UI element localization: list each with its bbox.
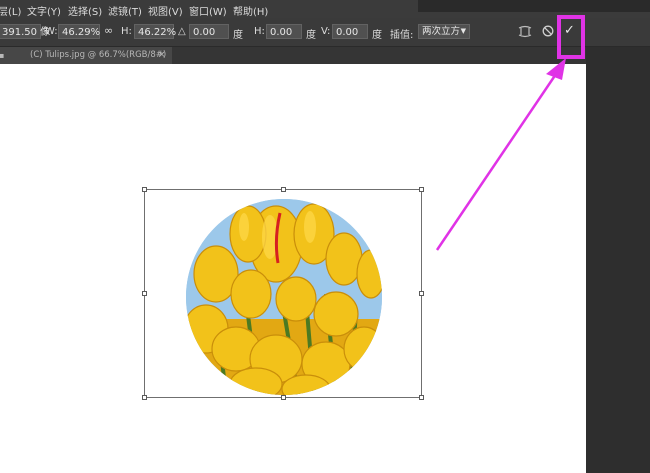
handle-bottom-middle[interactable] <box>281 395 286 400</box>
rotate-angle-field[interactable]: 0.00 <box>189 24 229 39</box>
commit-highlight-box <box>557 15 585 59</box>
angle-unit: 度 <box>233 30 243 41</box>
handle-middle-right[interactable] <box>419 291 424 296</box>
interpolation-value: 两次立方 <box>422 26 461 37</box>
document-tab-bar: ▪ (C) Tulips.jpg @ 66.7%(RGB/8#) × <box>0 47 586 64</box>
vskew-unit: 度 <box>372 30 382 41</box>
tab-left-fragment: ▪ <box>0 51 5 60</box>
handle-top-middle[interactable] <box>281 187 286 192</box>
width-field[interactable]: 46.29% <box>58 24 100 39</box>
chevron-down-icon: ▼ <box>460 27 466 35</box>
options-bar: 391.50 像 W: 46.29% ∞ H: 46.22% △ 0.00 度 … <box>0 18 650 47</box>
angle-icon: △ <box>178 26 186 37</box>
close-tab-icon[interactable]: × <box>158 47 166 64</box>
x-position-field[interactable]: 391.50 像 <box>0 24 50 39</box>
interpolation-label: 插值: <box>390 30 414 41</box>
handle-bottom-right[interactable] <box>419 395 424 400</box>
right-panel <box>586 47 650 473</box>
horizontal-skew-field[interactable]: 0.00 <box>266 24 302 39</box>
menu-view[interactable]: 视图(V) <box>148 3 183 18</box>
handle-bottom-left[interactable] <box>142 395 147 400</box>
handle-top-right[interactable] <box>419 187 424 192</box>
menu-type[interactable]: 文字(Y) <box>27 3 61 18</box>
w-label: W: <box>45 26 58 37</box>
menu-bar: 层(L) 文字(Y) 选择(S) 滤镜(T) 视图(V) 窗口(W) 帮助(H) <box>0 0 650 18</box>
warp-mode-icon[interactable] <box>518 25 532 41</box>
cancel-transform-icon[interactable] <box>542 25 554 40</box>
h-label: H: <box>121 26 132 37</box>
menu-filter[interactable]: 滤镜(T) <box>108 3 142 18</box>
vertical-skew-field[interactable]: 0.00 <box>332 24 368 39</box>
link-proportions-icon[interactable]: ∞ <box>104 24 113 37</box>
menu-help[interactable]: 帮助(H) <box>233 3 268 18</box>
menu-window[interactable]: 窗口(W) <box>189 3 227 18</box>
interpolation-dropdown[interactable]: 两次立方 ▼ <box>418 24 470 39</box>
menu-bar-dark-area <box>418 0 650 12</box>
transform-bounding-box[interactable] <box>144 189 422 398</box>
tab-tulips[interactable]: ▪ (C) Tulips.jpg @ 66.7%(RGB/8#) × <box>0 47 172 64</box>
hskew-label: H: <box>254 26 265 37</box>
handle-top-left[interactable] <box>142 187 147 192</box>
hskew-unit: 度 <box>306 30 316 41</box>
height-field[interactable]: 46.22% <box>134 24 176 39</box>
vskew-label: V: <box>321 26 331 37</box>
menu-select[interactable]: 选择(S) <box>68 3 102 18</box>
handle-middle-left[interactable] <box>142 291 147 296</box>
tab-title: (C) Tulips.jpg @ 66.7%(RGB/8#) <box>30 50 167 60</box>
menu-layer[interactable]: 层(L) <box>0 3 21 18</box>
